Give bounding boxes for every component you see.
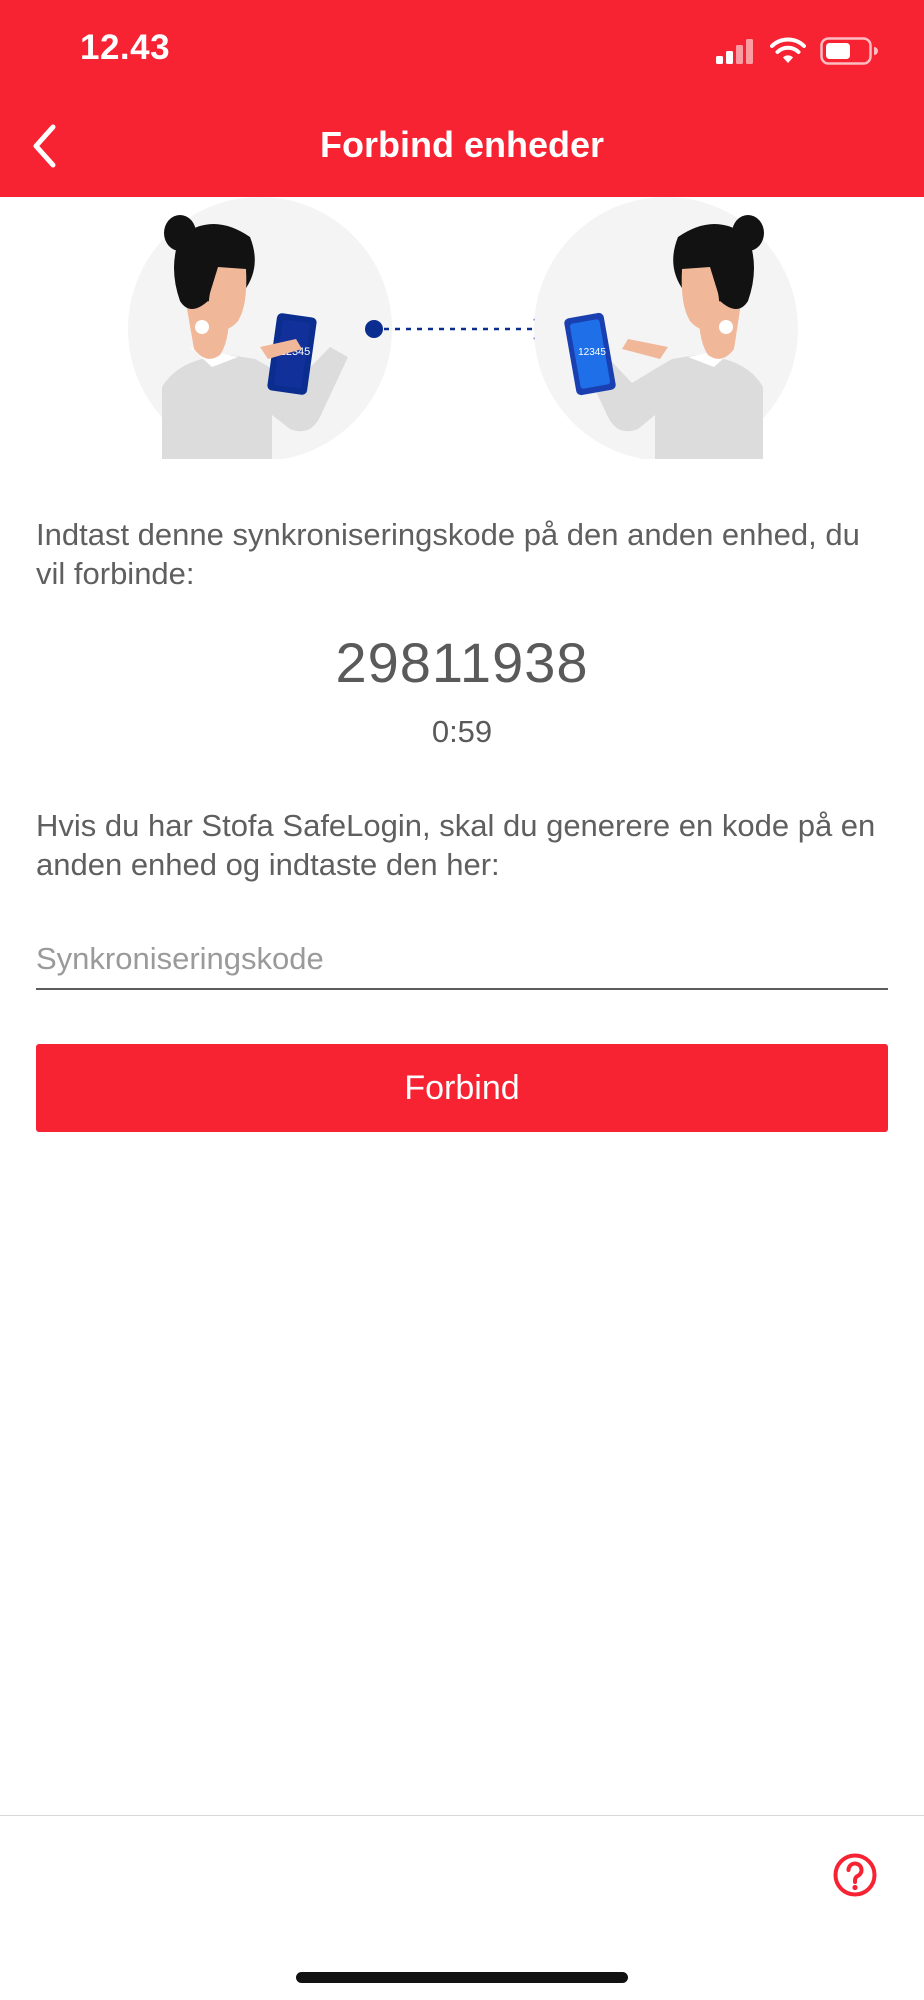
status-icons (716, 34, 878, 68)
connect-button[interactable]: Forbind (36, 1044, 888, 1132)
question-circle-icon[interactable] (832, 1852, 878, 1898)
sync-code-input[interactable] (36, 930, 888, 990)
cellular-signal-icon (716, 39, 753, 64)
right-person-illustration: 12345 (534, 197, 798, 459)
status-time: 12.43 (80, 28, 171, 67)
safelogin-instruction: Hvis du har Stofa SafeLogin, skal du gen… (36, 808, 876, 882)
countdown-timer: 0:59 (431, 714, 493, 749)
dotted-arrow-icon (365, 317, 553, 341)
sync-instruction: Indtast denne synkroniseringskode på den… (36, 517, 860, 591)
right-phone-text: 12345 (578, 347, 606, 358)
app-header: 12.43 Forbind enheder (0, 0, 924, 197)
sync-code: 29811938 (335, 631, 589, 694)
left-person-illustration: 12345 (128, 197, 392, 459)
home-indicator (296, 1972, 628, 1983)
battery-icon (820, 37, 878, 65)
wifi-icon (770, 37, 806, 63)
footer-divider (0, 1815, 924, 1816)
page-title: Forbind enheder (319, 124, 604, 165)
sync-illustration: 12345 12345 (128, 197, 798, 459)
